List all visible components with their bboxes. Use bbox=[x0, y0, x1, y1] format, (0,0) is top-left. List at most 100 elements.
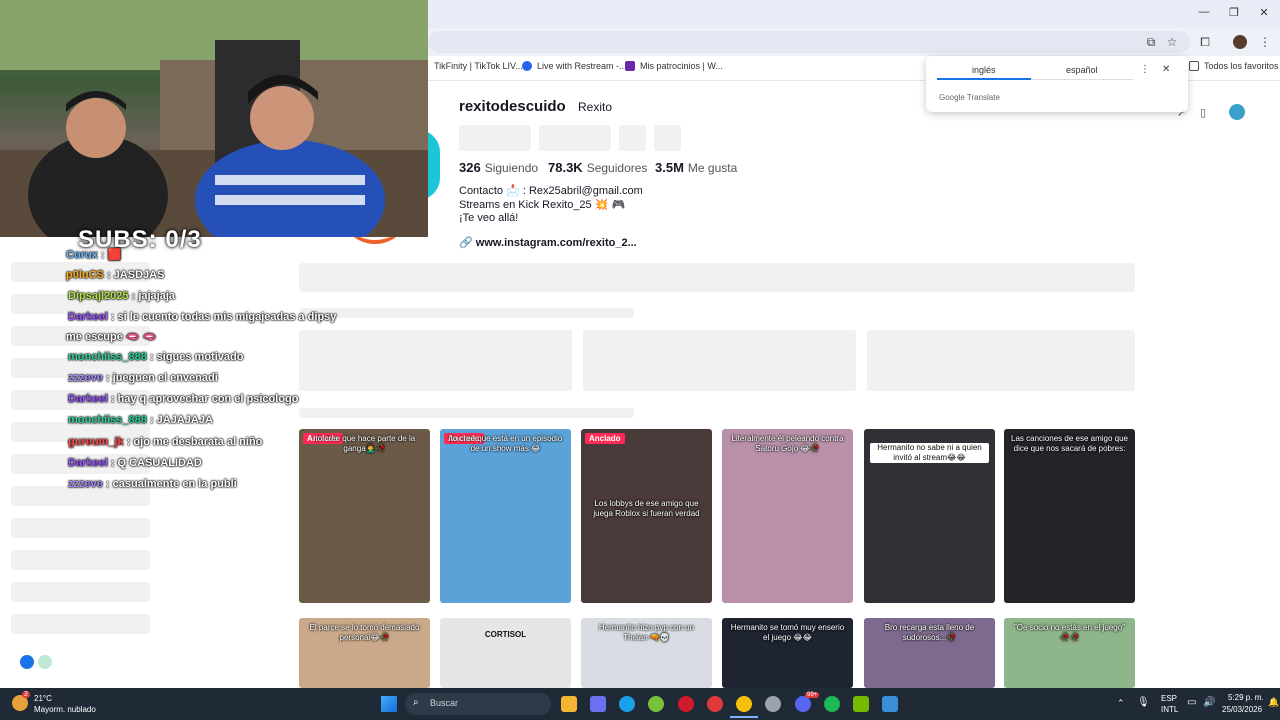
edge-icon[interactable] bbox=[619, 696, 635, 712]
chat-text: : Q CASUALIDAD bbox=[110, 457, 202, 469]
webcam-scene bbox=[0, 0, 428, 237]
file-explorer-icon[interactable] bbox=[561, 696, 577, 712]
video-thumbnail[interactable]: Anclado ito cree que está en un episodio … bbox=[440, 429, 571, 603]
tabs-skeleton bbox=[299, 263, 1135, 292]
chat-username: Darkeel bbox=[68, 457, 108, 469]
chat-message: p0luCS : JASDJAS bbox=[66, 269, 164, 281]
chat-message: zzzeve : jueguen el envenadi bbox=[68, 372, 218, 384]
microphone-icon[interactable]: 🎙 bbox=[1137, 697, 1150, 708]
close-window-icon[interactable]: ✕ bbox=[1256, 6, 1272, 19]
video-caption: Hermanito no sabe ni a quien invitó al s… bbox=[870, 443, 989, 463]
sidebar-skeleton-item bbox=[11, 518, 150, 538]
taskbar-search[interactable] bbox=[405, 693, 551, 715]
bio-line: Contacto 📩 : Rex25abril@gmail.com bbox=[459, 185, 643, 197]
tray-chevron-icon[interactable]: ⌃ bbox=[1117, 698, 1125, 709]
clock-date[interactable]: 25/03/2026 bbox=[1222, 705, 1262, 714]
bio-line: ¡Te veo allá! bbox=[459, 212, 519, 224]
phone-icon[interactable]: ▯ bbox=[1200, 106, 1206, 119]
video-thumbnail[interactable]: Bro recarga esta lleno de sudorosos...🥀 bbox=[864, 618, 995, 688]
stream-app-icon[interactable] bbox=[20, 655, 34, 669]
discord-icon[interactable] bbox=[795, 696, 811, 712]
video-thumbnail[interactable]: Anclado Los lobbys de ese amigo que juega… bbox=[581, 429, 712, 603]
chat-text: : ojo me desbarata al niño bbox=[126, 436, 263, 448]
bio-line: Streams en Kick Rexito_25 💥 🎮 bbox=[459, 199, 626, 211]
video-thumbnail[interactable]: Las canciones de ese amigo que dice que … bbox=[1004, 429, 1135, 603]
card-skeleton bbox=[867, 330, 1135, 391]
video-thumbnail[interactable]: Hermanito no sabe ni a quien invitó al s… bbox=[864, 429, 995, 603]
notification-bell-icon[interactable]: 🔔 bbox=[1268, 697, 1279, 708]
translate-more-icon[interactable]: ⋮ bbox=[1140, 64, 1150, 75]
clock-time[interactable]: 5:29 p. m. bbox=[1228, 693, 1264, 702]
language-bottom[interactable]: INTL bbox=[1161, 705, 1178, 714]
text-skeleton bbox=[299, 408, 634, 418]
stat-following[interactable]: 326 Siguiendo bbox=[459, 160, 538, 175]
chat-username: Dipsajl2025 bbox=[68, 290, 129, 302]
sidebar-skeleton-item bbox=[11, 582, 150, 602]
message-button-skeleton[interactable] bbox=[539, 125, 611, 151]
translate-active-underline bbox=[937, 78, 1031, 80]
network-icon[interactable]: ▭ bbox=[1187, 697, 1196, 708]
chat-username: Corux bbox=[66, 249, 98, 261]
extensions-icon[interactable]: ⧠ bbox=[1197, 35, 1213, 50]
chat-text: : sigues motivado bbox=[149, 351, 244, 363]
text-skeleton bbox=[299, 308, 634, 318]
power-icon[interactable] bbox=[38, 655, 52, 669]
bookmark-all-favorites[interactable]: Todos los favoritos bbox=[1189, 61, 1279, 71]
bookmark-restream[interactable]: Live with Restream -... bbox=[522, 61, 627, 71]
chat-message: zzzeve : casualmente en la publi bbox=[68, 478, 237, 490]
search-placeholder: Buscar bbox=[430, 698, 459, 708]
video-thumbnail[interactable]: CORTISOL bbox=[440, 618, 571, 688]
restore-icon[interactable]: ❐ bbox=[1226, 6, 1242, 19]
paint-icon[interactable] bbox=[882, 696, 898, 712]
opera-icon[interactable] bbox=[678, 696, 694, 712]
share-button-skeleton[interactable] bbox=[654, 125, 681, 151]
video-caption: ito cree que está en un episodio de un s… bbox=[448, 434, 563, 453]
chat-text: me escupe 🫦 🫦 bbox=[66, 331, 157, 343]
video-thumbnail[interactable]: Literalmente él peleando contra Satoru G… bbox=[722, 429, 853, 603]
app-red-icon[interactable] bbox=[707, 696, 723, 712]
windows-start-icon[interactable] bbox=[381, 696, 397, 712]
stat-followers[interactable]: 78.3K Seguidores bbox=[548, 160, 647, 175]
volume-icon[interactable]: 🔊 bbox=[1203, 697, 1215, 708]
translate-tab-spanish[interactable]: español bbox=[1066, 65, 1098, 75]
url-field[interactable] bbox=[428, 31, 1190, 53]
add-friend-button-skeleton[interactable] bbox=[619, 125, 646, 151]
chat-text: : jajajaja bbox=[131, 290, 176, 302]
bookmark-tikfinity[interactable]: TikFinity | TikTok LIV... bbox=[434, 61, 523, 71]
translate-icon[interactable]: ⧉ bbox=[1143, 35, 1159, 50]
language-top[interactable]: ESP bbox=[1161, 694, 1177, 703]
obs-icon[interactable] bbox=[765, 696, 781, 712]
more-menu-icon[interactable]: ⋮ bbox=[1257, 35, 1273, 49]
minimize-icon[interactable]: — bbox=[1196, 6, 1212, 18]
follow-button-skeleton[interactable] bbox=[459, 125, 531, 151]
chat-message: Darkeel : Q CASUALIDAD bbox=[68, 457, 202, 469]
video-thumbnail[interactable]: Hermanito se tomó muy enserio el juego 😂… bbox=[722, 618, 853, 688]
bookmark-star-icon[interactable]: ☆ bbox=[1164, 35, 1180, 49]
video-thumbnail[interactable]: El parce se lo tomó demasiado personal😂🥀 bbox=[299, 618, 430, 688]
translate-tab-english[interactable]: inglés bbox=[972, 65, 996, 75]
teams-icon[interactable] bbox=[590, 696, 606, 712]
chat-message: gureum_jk : ojo me desbarata al niño bbox=[68, 436, 262, 448]
chat-text: : JASDJAS bbox=[106, 269, 165, 281]
chat-message: Darkeel : hay q aprovechar con el psicol… bbox=[68, 393, 298, 405]
chat-message: Dipsajl2025 : jajajaja bbox=[68, 290, 175, 302]
chat-username: zzzeve bbox=[68, 372, 103, 384]
video-thumbnail[interactable]: "Oe socio no estás en el juego" 🥀🥀 bbox=[1004, 618, 1135, 688]
chat-message: monchiiss_888 : sigues motivado bbox=[68, 351, 243, 363]
chat-text: : hay q aprovechar con el psicologo bbox=[110, 393, 299, 405]
video-thumbnail[interactable]: Anclado ito cree que hace parte de la gan… bbox=[299, 429, 430, 603]
user-avatar-icon[interactable] bbox=[1229, 104, 1245, 120]
video-caption: Los lobbys de ese amigo que juega Roblox… bbox=[593, 499, 700, 518]
video-thumbnail[interactable]: Hermanito hizo pvp con un Theian 🔫💀 bbox=[581, 618, 712, 688]
profile-link[interactable]: 🔗 www.instagram.com/rexito_2... bbox=[459, 236, 637, 249]
nvidia-icon[interactable] bbox=[853, 696, 869, 712]
spotify-icon[interactable] bbox=[824, 696, 840, 712]
xbox-icon[interactable] bbox=[648, 696, 664, 712]
chat-username: gureum_jk bbox=[68, 436, 124, 448]
video-caption: ito cree que hace parte de la ganga🤦‍♂️🥀 bbox=[313, 434, 416, 453]
video-caption: El parce se lo tomó demasiado personal😂🥀 bbox=[309, 623, 420, 642]
bookmark-patrocinios[interactable]: Mis patrocinios | W... bbox=[625, 61, 723, 71]
translate-close-icon[interactable]: ✕ bbox=[1162, 64, 1170, 75]
profile-avatar-icon[interactable] bbox=[1233, 35, 1247, 49]
chrome-icon[interactable] bbox=[736, 696, 752, 712]
